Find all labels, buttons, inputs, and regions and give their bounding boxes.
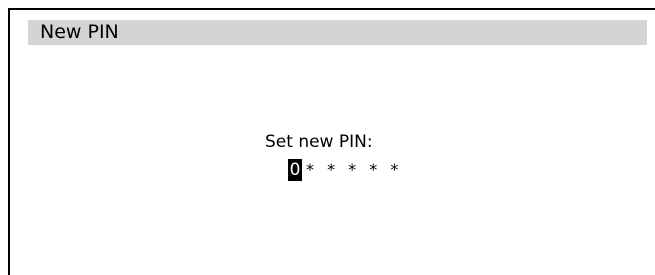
pin-current-digit[interactable]: 0	[288, 159, 302, 181]
display-frame: New PIN Set new PIN: 0 * * * * *	[8, 8, 655, 275]
pin-prompt-label: Set new PIN:	[265, 132, 373, 152]
pin-masked-digits: * * * * *	[306, 160, 403, 179]
title-bar: New PIN	[28, 20, 647, 45]
pin-entry-field[interactable]: 0 * * * * *	[288, 159, 402, 181]
page-title: New PIN	[40, 21, 119, 43]
